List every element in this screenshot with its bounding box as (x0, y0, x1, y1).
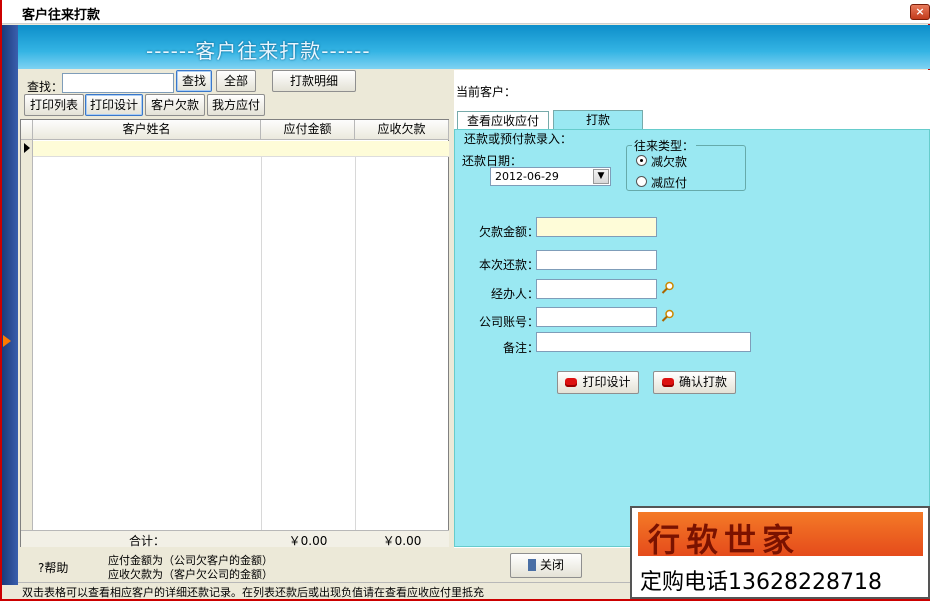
current-row-icon (24, 143, 30, 153)
note-line-2: 应收欠款为（客户欠公司的金额） (108, 568, 273, 581)
banner-title: ------客户往来打款------ (146, 39, 371, 63)
this-repay-label: 本次还款： (479, 258, 540, 272)
note-label: 备注： (503, 341, 540, 355)
radio-reduce-debt[interactable] (636, 155, 647, 166)
customer-grid[interactable]: 客户姓名 应付金额 应收欠款 合计： ￥0.00 ￥0.00 (20, 119, 449, 548)
search-icon[interactable] (661, 309, 675, 323)
handler-field[interactable] (536, 279, 657, 299)
total-payable: ￥0.00 (288, 534, 328, 548)
find-button[interactable]: 查找 (176, 70, 212, 92)
handler-label: 经办人： (491, 287, 540, 301)
current-customer-label: 当前客户： (456, 85, 517, 99)
ad-phone: 定购电话13628228718 (640, 570, 882, 595)
tab-payment[interactable]: 打款 (553, 110, 643, 131)
column-header-payable[interactable]: 应付金额 (261, 120, 355, 140)
ad-brand-box: 行软世家 (638, 512, 923, 559)
print-list-button[interactable]: 打印列表 (24, 94, 84, 116)
row-indicator (21, 140, 33, 530)
close-window-button[interactable]: × (910, 4, 930, 20)
print-design-label: 打印设计 (582, 375, 631, 389)
close-button[interactable]: 关闭 (510, 553, 582, 578)
column-header-receivable[interactable]: 应收欠款 (355, 120, 449, 140)
ad-banner: 行软世家 定购电话13628228718 (630, 506, 930, 599)
debt-amount-field[interactable] (536, 217, 657, 237)
entry-group-label: 还款或预付款录入： (464, 132, 573, 146)
tab-view-receivable-payable[interactable]: 查看应收应付 (457, 111, 549, 131)
payment-detail-button[interactable]: 打款明细 (272, 70, 356, 92)
print-icon (565, 378, 578, 387)
search-input[interactable] (62, 73, 174, 93)
search-label: 查找： (27, 80, 64, 94)
status-text: 双击表格可以查看相应客户的详细还款记录。在列表还款后或出现负值请在查看应收应付里… (22, 586, 484, 599)
title-bar: 客户往来打款 × (2, 0, 930, 24)
column-divider (261, 157, 262, 530)
repay-date-value: 2012-06-29 (495, 170, 559, 183)
our-payable-button[interactable]: 我方应付 (207, 94, 265, 116)
app-window: 客户往来打款 × ------客户往来打款------ 查找： 查找 全部 打款… (0, 0, 930, 601)
help-link[interactable]: ?帮助 (38, 559, 68, 576)
note-field[interactable] (536, 332, 751, 352)
chevron-down-icon[interactable]: ▼ (593, 169, 609, 184)
arrow-right-icon (3, 335, 11, 347)
close-button-label: 关闭 (539, 558, 564, 572)
debt-amount-label: 欠款金额： (479, 225, 540, 239)
banner: ------客户往来打款------ (18, 25, 930, 69)
print-design-button-left[interactable]: 打印设计 (85, 94, 143, 116)
radio-reduce-debt-label: 减欠款 (651, 155, 688, 169)
door-icon (527, 559, 536, 571)
left-strip (2, 25, 18, 585)
search-icon[interactable] (661, 281, 675, 295)
ad-brand: 行软世家 (648, 521, 801, 559)
grid-corner (21, 120, 33, 140)
total-label: 合计： (128, 534, 165, 548)
confirm-payment-label: 确认打款 (678, 375, 727, 389)
radio-reduce-payable[interactable] (636, 176, 647, 187)
confirm-icon (661, 378, 674, 387)
all-button[interactable]: 全部 (216, 70, 256, 92)
total-receivable: ￥0.00 (382, 534, 422, 548)
this-repay-field[interactable] (536, 250, 657, 270)
column-divider (355, 157, 356, 530)
table-row[interactable] (33, 141, 449, 157)
radio-reduce-payable-label: 减应付 (651, 176, 688, 190)
type-group-label: 往来类型： (632, 137, 697, 154)
window-title: 客户往来打款 (22, 8, 101, 23)
confirm-payment-button[interactable]: 确认打款 (653, 371, 736, 394)
print-design-button[interactable]: 打印设计 (557, 371, 639, 394)
repay-date-picker[interactable]: 2012-06-29 ▼ (490, 167, 611, 186)
totals-row: 合计： ￥0.00 ￥0.00 (21, 530, 449, 548)
customer-debt-button[interactable]: 客户欠款 (145, 94, 205, 116)
column-header-customer-name[interactable]: 客户姓名 (33, 120, 261, 140)
company-account-field[interactable] (536, 307, 657, 327)
company-account-label: 公司账号： (479, 315, 540, 329)
